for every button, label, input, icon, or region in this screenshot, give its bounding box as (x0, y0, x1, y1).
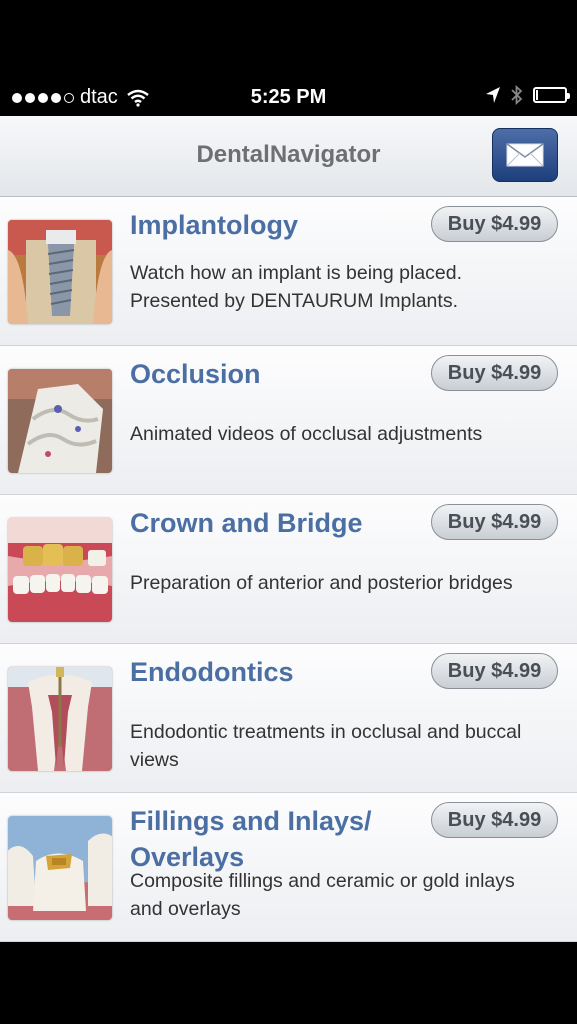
product-list: Implantology Buy $4.99 Watch how an impl… (0, 197, 577, 942)
status-right (485, 85, 570, 105)
item-title: Endodontics (130, 657, 294, 687)
location-arrow-icon (486, 87, 500, 103)
list-item[interactable]: Endodontics Buy $4.99 Endodontic treatme… (0, 644, 577, 793)
item-description: Animated videos of occlusal adjustments (130, 423, 483, 445)
crown-bridge-thumbnail (8, 518, 112, 622)
buy-button[interactable]: Buy $4.99 (431, 802, 558, 838)
bluetooth-icon (511, 85, 523, 105)
fillings-thumbnail (8, 816, 112, 920)
buy-button[interactable]: Buy $4.99 (431, 653, 558, 689)
item-title: Crown and Bridge (130, 508, 363, 538)
implant-thumbnail (8, 220, 112, 324)
list-item[interactable]: Implantology Buy $4.99 Watch how an impl… (0, 197, 577, 346)
navigation-bar: DentalNavigator (0, 116, 577, 197)
page-title: DentalNavigator (196, 141, 381, 168)
item-title: Occlusion (130, 359, 261, 389)
buy-button[interactable]: Buy $4.99 (431, 206, 558, 242)
list-item[interactable]: Occlusion Buy $4.99 Animated videos of o… (0, 346, 577, 495)
endodontics-thumbnail (8, 667, 112, 771)
item-title: Fillings and Inlays/ Overlays (130, 806, 372, 872)
buy-button[interactable]: Buy $4.99 (431, 355, 558, 391)
item-description: Endodontic treatments in occlusal and bu… (130, 721, 522, 771)
battery-level (536, 90, 538, 100)
bottom-bar (0, 944, 577, 1024)
item-title: Implantology (130, 210, 298, 240)
envelope-icon (506, 143, 544, 167)
item-description: Preparation of anterior and posterior br… (130, 572, 513, 594)
battery-icon (533, 87, 570, 103)
buy-button[interactable]: Buy $4.99 (431, 504, 558, 540)
list-item[interactable]: Crown and Bridge Buy $4.99 Preparation o… (0, 495, 577, 644)
item-description: Watch how an implant is being placed. Pr… (130, 262, 463, 312)
status-bar: dtac 5:25 PM (0, 78, 577, 116)
list-item[interactable]: Fillings and Inlays/ Overlays Buy $4.99 … (0, 793, 577, 942)
mail-button[interactable] (492, 128, 558, 182)
occlusion-thumbnail (8, 369, 112, 473)
item-description: Composite fillings and ceramic or gold i… (130, 870, 515, 920)
